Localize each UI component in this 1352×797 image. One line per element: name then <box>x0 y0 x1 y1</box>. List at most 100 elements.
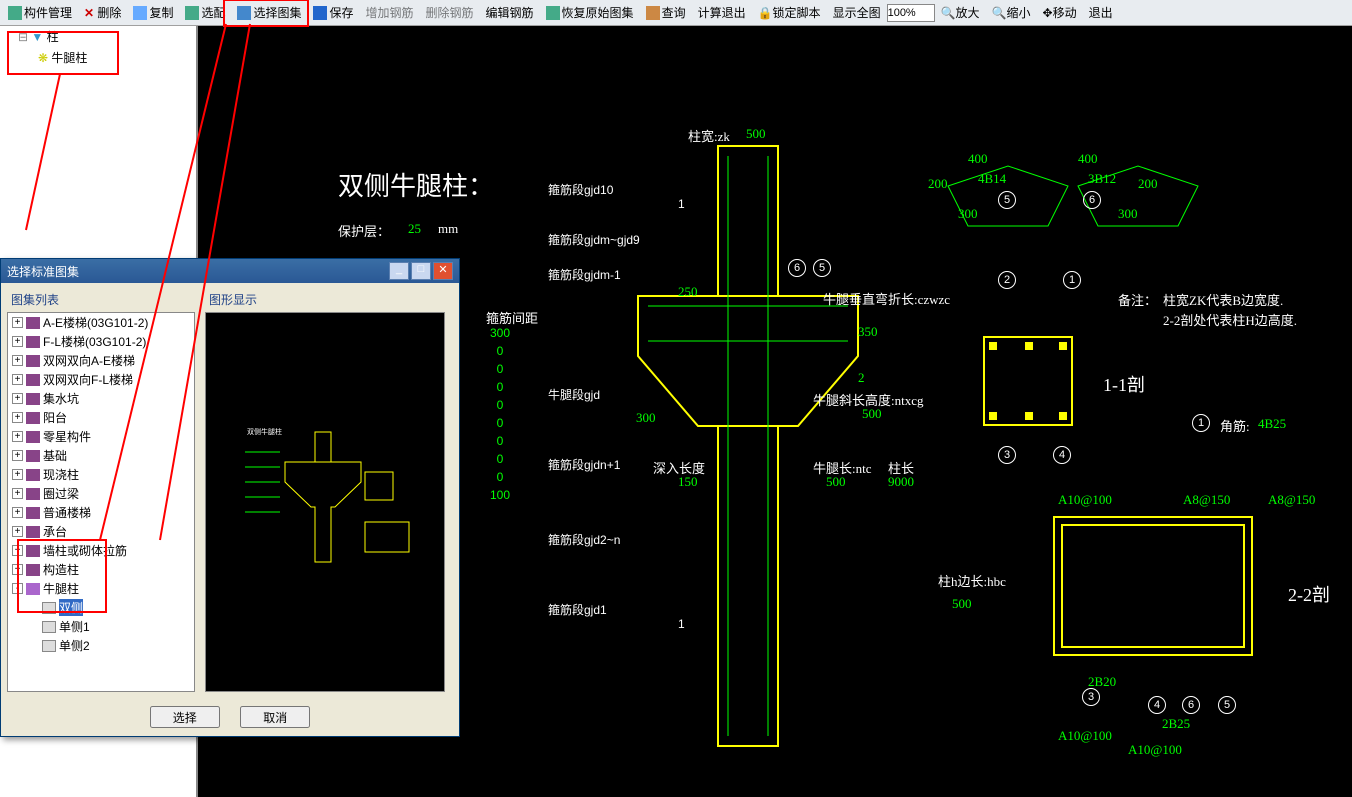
dialog-titlebar[interactable]: 选择标准图集 _ □ ✕ <box>1 259 459 283</box>
atlas-item[interactable]: +承台 <box>8 522 194 541</box>
edit-rebar-button[interactable]: 编辑钢筋 <box>480 2 540 23</box>
atlas-child[interactable]: 单侧1 <box>8 617 194 636</box>
atlas-item[interactable]: +现浇柱 <box>8 465 194 484</box>
zoom-out-button[interactable]: 🔍缩小 <box>986 2 1037 23</box>
atlas-item[interactable]: +双网双向F-L楼梯 <box>8 370 194 389</box>
expand-icon[interactable]: + <box>12 393 23 404</box>
atlas-preview: 双侧牛腿柱 <box>205 312 445 692</box>
restore-atlas-button[interactable]: 恢复原始图集 <box>540 2 640 23</box>
maximize-button[interactable]: □ <box>411 262 431 280</box>
s22-n3: 3 <box>1082 688 1100 706</box>
delete-rebar-button[interactable]: 删除钢筋 <box>420 2 480 23</box>
atlas-item-open[interactable]: -牛腿柱 <box>8 579 194 598</box>
expand-icon[interactable]: + <box>12 450 23 461</box>
atlas-item[interactable]: +墙柱或砌体拉筋 <box>8 541 194 560</box>
zoom-input[interactable] <box>887 4 935 22</box>
cancel-button[interactable]: 取消 <box>240 706 310 728</box>
preview-thumb: 双侧牛腿柱 <box>225 412 425 592</box>
note-2: 2-2剖处代表柱H边高度. <box>1163 310 1297 329</box>
dim-300: 300 <box>636 410 656 426</box>
tree-child[interactable]: ❋ 牛腿柱 <box>0 47 196 68</box>
col-len-val: 9000 <box>888 474 914 490</box>
expand-icon[interactable]: + <box>12 336 23 347</box>
book-icon <box>26 431 40 443</box>
ntc-val: 500 <box>826 474 846 490</box>
expand-icon[interactable]: + <box>12 564 23 575</box>
atlas-item[interactable]: +集水坑 <box>8 389 194 408</box>
zk-label: 柱宽:zk <box>688 126 730 145</box>
spacing-cell: 0 <box>490 416 510 434</box>
section-1-1-box <box>983 336 1073 426</box>
expand-icon[interactable]: + <box>12 545 23 556</box>
expand-icon[interactable]: + <box>12 374 23 385</box>
expand-icon[interactable]: + <box>12 526 23 537</box>
atlas-tree[interactable]: +A-E楼梯(03G101-2)+F-L楼梯(03G101-2)+双网双向A-E… <box>7 312 195 692</box>
atlas-item[interactable]: +基础 <box>8 446 194 465</box>
pan-button[interactable]: ✥移动 <box>1037 2 1083 23</box>
atlas-item[interactable]: +构造柱 <box>8 560 194 579</box>
zoom-in-button[interactable]: 🔍放大 <box>935 2 986 23</box>
gear-icon: ❋ <box>38 51 48 65</box>
preview-label: 图形显示 <box>209 291 453 308</box>
dialog-title: 选择标准图集 <box>7 263 79 280</box>
book-icon <box>26 393 40 405</box>
svg-text:双侧牛腿柱: 双侧牛腿柱 <box>247 427 282 436</box>
minimize-button[interactable]: _ <box>389 262 409 280</box>
atlas-item[interactable]: +F-L楼梯(03G101-2) <box>8 332 194 351</box>
spacing-cell: 0 <box>490 362 510 380</box>
atlas-item[interactable]: +普通楼梯 <box>8 503 194 522</box>
expand-icon[interactable]: + <box>12 469 23 480</box>
collapse-icon[interactable]: - <box>12 583 23 594</box>
atlas-item[interactable]: +A-E楼梯(03G101-2) <box>8 313 194 332</box>
show-full-button[interactable]: 显示全图 <box>827 2 887 23</box>
component-mgmt-button[interactable]: 构件管理 <box>2 2 78 23</box>
atlas-child[interactable]: 双侧 <box>8 598 194 617</box>
expand-icon[interactable]: + <box>12 412 23 423</box>
atlas-item[interactable]: +阳台 <box>8 408 194 427</box>
tree-root[interactable]: ⊟ ▼ 柱 <box>0 26 196 47</box>
section-1-1-label: 1-1剖 <box>1103 371 1145 397</box>
expand-icon[interactable]: + <box>12 488 23 499</box>
spacing-table: 30000000000100 <box>490 326 510 506</box>
section-2-2-label: 2-2剖 <box>1288 581 1330 607</box>
a10-100: A10@100 <box>1058 492 1112 508</box>
book-icon <box>26 336 40 348</box>
book-open-icon <box>26 583 40 595</box>
lock-script-button[interactable]: 🔒锁定脚本 <box>752 2 827 23</box>
delete-button[interactable]: ✕ 删除 <box>78 2 127 23</box>
s22-n6: 6 <box>1182 696 1200 714</box>
s22-n5: 5 <box>1218 696 1236 714</box>
b2b25: 2B25 <box>1162 716 1190 732</box>
pan-icon: ✥ <box>1043 6 1053 20</box>
select-confirm-button[interactable]: 选择 <box>150 706 220 728</box>
atlas-item[interactable]: +双网双向A-E楼梯 <box>8 351 194 370</box>
atlas-item[interactable]: +零星构件 <box>8 427 194 446</box>
calc-exit-button[interactable]: 计算退出 <box>692 2 752 23</box>
sec2-w: 400 <box>1078 151 1098 167</box>
query-button[interactable]: 查询 <box>640 2 692 23</box>
select-atlas-button[interactable]: 选择图集 <box>231 2 307 23</box>
expand-icon[interactable]: + <box>12 431 23 442</box>
save-button[interactable]: 保存 <box>307 2 359 23</box>
exit-button[interactable]: 退出 <box>1083 2 1119 23</box>
expand-icon[interactable]: + <box>12 355 23 366</box>
spacing-cell: 0 <box>490 434 510 452</box>
copy-button[interactable]: 复制 <box>127 2 179 23</box>
sec1-w: 400 <box>968 151 988 167</box>
book-icon <box>26 545 40 557</box>
node-5: 5 <box>813 259 831 277</box>
book-icon <box>26 374 40 386</box>
s11-n4: 4 <box>1053 446 1071 464</box>
atlas-item[interactable]: +圈过梁 <box>8 484 194 503</box>
sec2-node-6: 6 <box>1083 191 1101 209</box>
expand-icon[interactable]: + <box>12 507 23 518</box>
section-2-2-box <box>1053 516 1253 656</box>
spacing-cell: 0 <box>490 344 510 362</box>
add-rebar-button[interactable]: 增加钢筋 <box>360 2 420 23</box>
close-button[interactable]: ✕ <box>433 262 453 280</box>
select-button[interactable]: 选配 <box>179 2 231 23</box>
expand-icon[interactable]: + <box>12 317 23 328</box>
book-icon <box>26 526 40 538</box>
hbc-val: 500 <box>952 596 972 612</box>
atlas-child[interactable]: 单侧2 <box>8 636 194 655</box>
